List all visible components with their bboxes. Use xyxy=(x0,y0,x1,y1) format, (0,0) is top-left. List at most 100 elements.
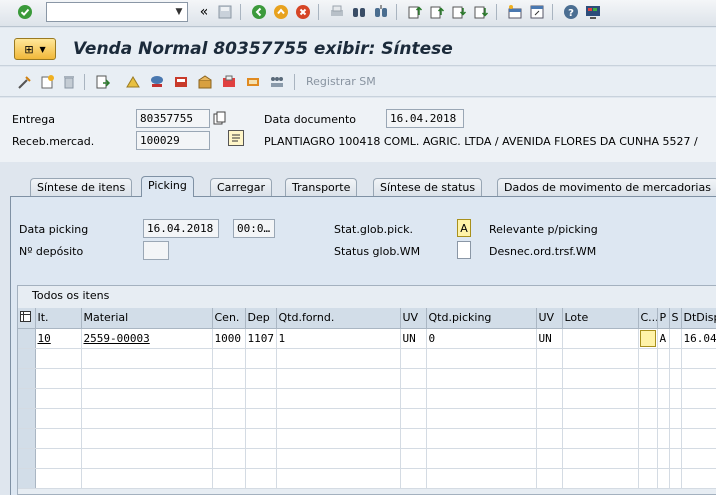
packaging-icon[interactable] xyxy=(196,73,214,91)
find-icon[interactable] xyxy=(350,3,368,21)
table-cell[interactable] xyxy=(638,448,658,469)
exit-icon[interactable] xyxy=(272,3,290,21)
customize-icon[interactable] xyxy=(584,3,602,21)
column-header[interactable]: UV xyxy=(400,308,427,329)
print-icon[interactable] xyxy=(328,3,346,21)
table-cell[interactable] xyxy=(35,388,82,409)
last-page-icon[interactable] xyxy=(472,3,490,21)
table-cell[interactable] xyxy=(638,468,658,489)
hora-picking-field[interactable]: 00:0… xyxy=(233,219,275,238)
prev-page-icon[interactable] xyxy=(428,3,446,21)
table-cell[interactable] xyxy=(681,408,716,429)
table-cell[interactable] xyxy=(562,348,639,369)
create-icon[interactable] xyxy=(38,73,56,91)
table-cell[interactable] xyxy=(426,368,537,389)
row-selector[interactable] xyxy=(18,348,36,369)
table-row[interactable] xyxy=(18,448,716,469)
table-cell[interactable] xyxy=(562,468,639,489)
tab-sintese-status[interactable]: Síntese de status xyxy=(373,178,483,197)
table-cell[interactable] xyxy=(669,368,682,389)
data-documento-field[interactable]: 16.04.2018 xyxy=(386,109,464,128)
table-cell[interactable] xyxy=(638,368,658,389)
column-header[interactable]: UV xyxy=(536,308,563,329)
deposito-field[interactable] xyxy=(143,241,169,260)
table-cell[interactable] xyxy=(536,468,563,489)
table-cell[interactable] xyxy=(212,448,246,469)
tab-dados-movimento[interactable]: Dados de movimento de mercadorias xyxy=(497,178,716,197)
tab-transporte[interactable]: Transporte xyxy=(285,178,358,197)
table-row[interactable] xyxy=(18,468,716,489)
table-cell[interactable] xyxy=(81,468,213,489)
partner-icon[interactable] xyxy=(124,73,142,91)
table-cell[interactable] xyxy=(81,428,213,449)
column-header[interactable]: C... xyxy=(638,308,658,329)
back-nav-icon[interactable]: « xyxy=(195,3,213,21)
table-cell[interactable] xyxy=(681,448,716,469)
table-cell[interactable] xyxy=(212,408,246,429)
find-next-icon[interactable] xyxy=(372,3,390,21)
table-cell[interactable] xyxy=(657,428,670,449)
row-selector[interactable] xyxy=(18,408,36,429)
other-delivery-icon[interactable] xyxy=(94,73,112,91)
table-cell[interactable] xyxy=(669,468,682,489)
table-cell[interactable] xyxy=(657,348,670,369)
table-row[interactable] xyxy=(18,428,716,449)
table-cell[interactable] xyxy=(276,368,401,389)
table-cell[interactable] xyxy=(81,368,213,389)
table-cell[interactable] xyxy=(276,348,401,369)
table-cell[interactable] xyxy=(562,428,639,449)
table-cell[interactable] xyxy=(212,388,246,409)
column-header[interactable]: Lote xyxy=(562,308,639,329)
column-config-icon[interactable] xyxy=(18,308,36,329)
table-cell[interactable] xyxy=(276,468,401,489)
table-cell[interactable] xyxy=(536,388,563,409)
table-row[interactable] xyxy=(18,348,716,369)
table-cell[interactable] xyxy=(669,348,682,369)
tab-carregar[interactable]: Carregar xyxy=(210,178,273,197)
row-selector[interactable] xyxy=(18,468,36,489)
table-cell[interactable] xyxy=(562,388,639,409)
material-link[interactable]: 2559-00003 xyxy=(84,332,150,345)
table-cell[interactable] xyxy=(276,408,401,429)
display-change-icon[interactable] xyxy=(16,73,34,91)
delete-icon[interactable] xyxy=(60,73,78,91)
create-session-icon[interactable] xyxy=(506,3,524,21)
table-cell[interactable] xyxy=(245,388,277,409)
table-cell[interactable] xyxy=(638,348,658,369)
first-page-icon[interactable] xyxy=(406,3,424,21)
table-cell[interactable] xyxy=(81,448,213,469)
table-cell[interactable] xyxy=(657,468,670,489)
table-cell[interactable] xyxy=(669,448,682,469)
table-cell[interactable] xyxy=(35,348,82,369)
row-selector[interactable] xyxy=(18,328,36,349)
material-cell[interactable]: 2559-00003 xyxy=(81,328,213,349)
table-cell[interactable] xyxy=(212,348,246,369)
header-icon[interactable] xyxy=(148,73,166,91)
row-selector[interactable] xyxy=(18,448,36,469)
table-cell[interactable] xyxy=(212,428,246,449)
table-cell[interactable] xyxy=(657,408,670,429)
copy-icon[interactable] xyxy=(212,110,228,126)
row-selector[interactable] xyxy=(18,388,36,409)
stock-icon[interactable] xyxy=(244,73,262,91)
table-cell[interactable] xyxy=(426,428,537,449)
table-cell[interactable] xyxy=(681,368,716,389)
table-cell[interactable] xyxy=(245,368,277,389)
table-cell[interactable] xyxy=(657,448,670,469)
table-row[interactable] xyxy=(18,408,716,429)
table-cell[interactable] xyxy=(536,428,563,449)
enter-icon[interactable] xyxy=(16,3,34,21)
registrar-sm-button[interactable]: Registrar SM xyxy=(306,75,376,88)
shortcut-icon[interactable] xyxy=(528,3,546,21)
table-cell[interactable] xyxy=(681,428,716,449)
save-icon[interactable] xyxy=(216,3,234,21)
table-cell[interactable] xyxy=(669,388,682,409)
column-header[interactable]: Qtd.picking xyxy=(426,308,537,329)
table-cell[interactable] xyxy=(681,468,716,489)
table-cell[interactable] xyxy=(426,408,537,429)
column-header[interactable]: It. xyxy=(35,308,82,329)
table-cell[interactable] xyxy=(638,408,658,429)
column-header[interactable]: DtDisp xyxy=(681,308,716,329)
back-icon[interactable] xyxy=(250,3,268,21)
table-cell[interactable] xyxy=(245,348,277,369)
